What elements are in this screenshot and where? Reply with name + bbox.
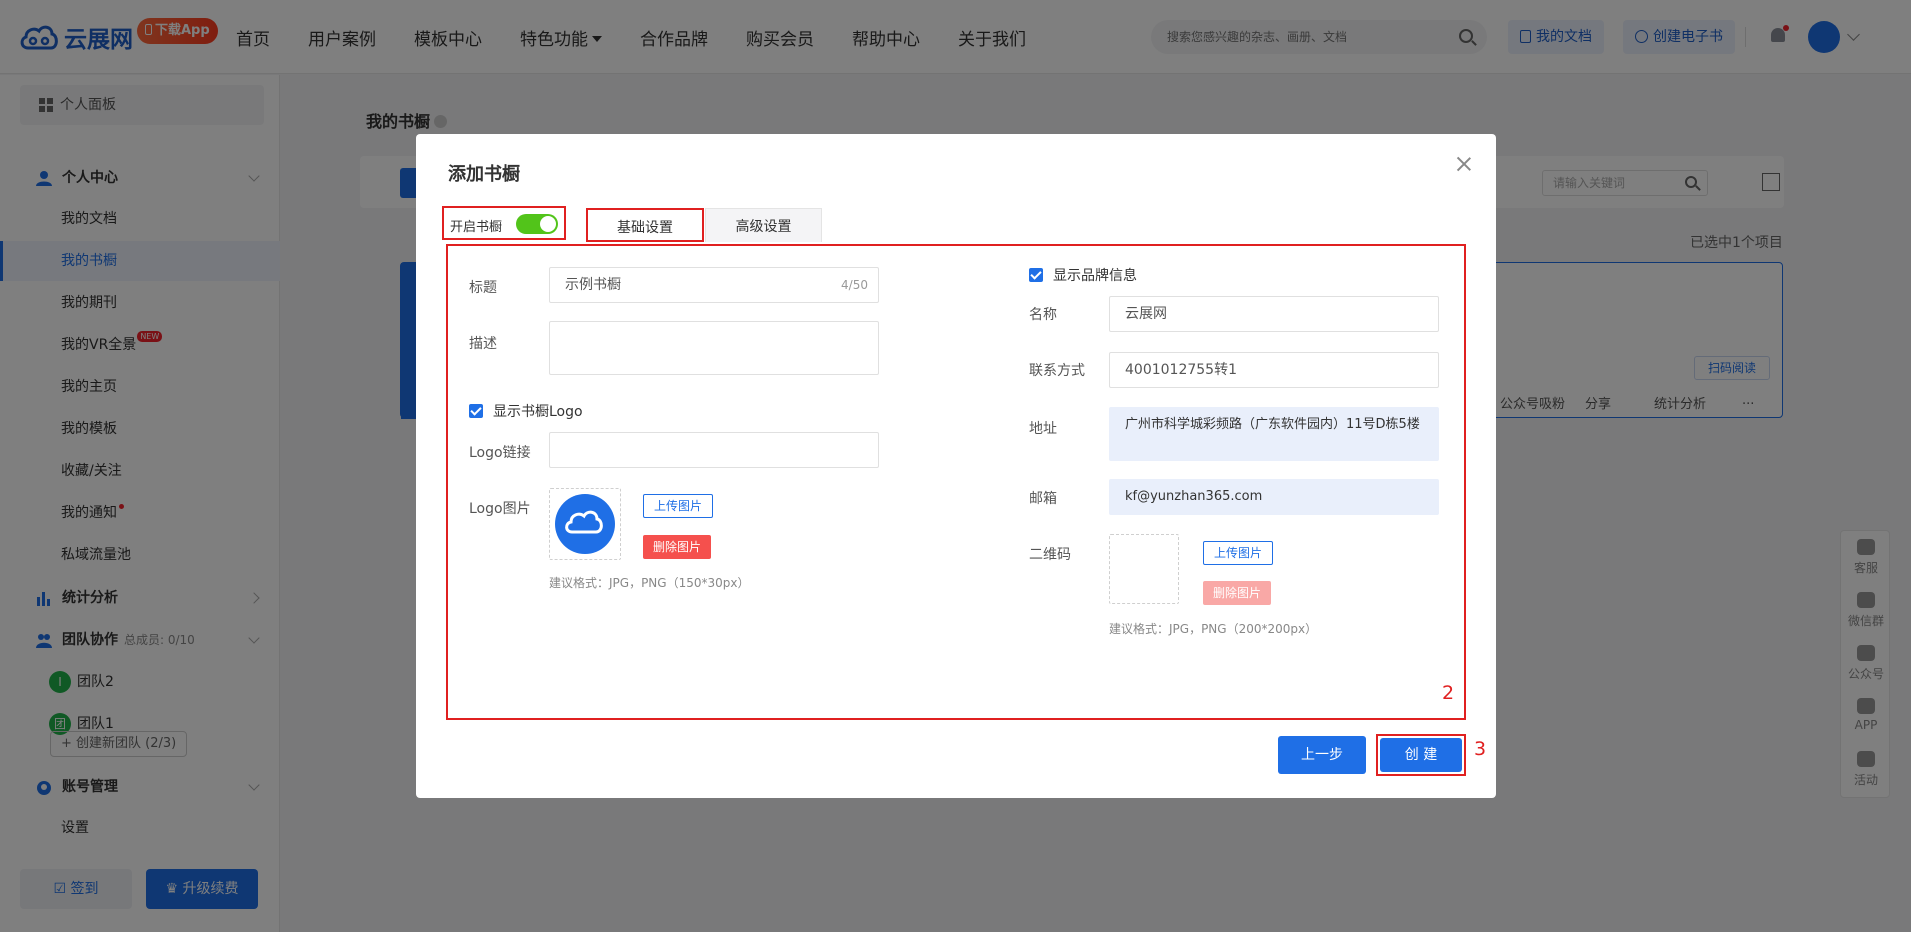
cloud-logo-glyph xyxy=(565,510,603,534)
close-icon[interactable] xyxy=(1456,156,1472,172)
add-bookcase-dialog: 添加书橱 开启书橱 1 基础设置 高级设置 2 标题 示例书橱4/50 描述 显… xyxy=(416,134,1496,798)
enable-bookcase-toggle[interactable] xyxy=(516,214,558,234)
annotation-2: 2 xyxy=(1442,682,1455,704)
description-label: 描述 xyxy=(469,336,497,352)
logo-image-slot[interactable] xyxy=(549,488,621,560)
upload-logo-button[interactable]: 上传图片 xyxy=(643,494,714,518)
show-brand-checkbox[interactable] xyxy=(1029,268,1043,282)
logo-link-label: Logo链接 xyxy=(469,445,531,461)
title-char-counter: 4/50 xyxy=(841,278,868,292)
email-value: kf@yunzhan365.com xyxy=(1125,489,1263,504)
contact-label: 联系方式 xyxy=(1029,363,1085,379)
show-brand-label: 显示品牌信息 xyxy=(1053,268,1137,284)
annotation-3: 3 xyxy=(1474,738,1487,760)
show-logo-checkbox[interactable] xyxy=(469,404,483,418)
qr-code-label: 二维码 xyxy=(1029,547,1071,563)
brand-name-label: 名称 xyxy=(1029,307,1057,323)
description-textarea[interactable] xyxy=(549,321,879,375)
logo-format-hint: 建议格式：JPG，PNG（150*30px） xyxy=(549,576,750,590)
delete-qr-button[interactable]: 删除图片 xyxy=(1203,581,1272,605)
logo-link-input[interactable] xyxy=(549,432,879,468)
address-input[interactable]: 广州市科学城彩频路（广东软件园内）11号D栋5楼 xyxy=(1109,407,1439,461)
email-label: 邮箱 xyxy=(1029,491,1057,507)
tab-basic-settings[interactable]: 基础设置 xyxy=(586,208,704,242)
upload-qr-button[interactable]: 上传图片 xyxy=(1203,541,1274,565)
previous-step-button[interactable]: 上一步 xyxy=(1278,736,1366,774)
qr-code-slot[interactable] xyxy=(1109,534,1179,604)
email-input[interactable]: kf@yunzhan365.com xyxy=(1109,479,1439,515)
show-logo-label: 显示书橱Logo xyxy=(493,404,583,420)
enable-bookcase-label: 开启书橱 xyxy=(450,220,503,235)
title-value: 示例书橱 xyxy=(565,277,621,293)
dialog-title: 添加书橱 xyxy=(448,164,520,185)
tab-advanced-settings[interactable]: 高级设置 xyxy=(705,208,822,242)
title-label: 标题 xyxy=(469,280,497,296)
contact-value: 4001012755转1 xyxy=(1125,362,1237,378)
brand-name-input[interactable]: 云展网 xyxy=(1109,296,1439,332)
logo-image-label: Logo图片 xyxy=(469,501,531,517)
delete-logo-button[interactable]: 删除图片 xyxy=(643,535,712,559)
address-label: 地址 xyxy=(1029,421,1057,437)
cloud-logo-icon xyxy=(555,494,615,554)
contact-input[interactable]: 4001012755转1 xyxy=(1109,352,1439,388)
address-value: 广州市科学城彩频路（广东软件园内）11号D栋5楼 xyxy=(1125,417,1420,432)
title-input[interactable]: 示例书橱 4/50 xyxy=(549,267,879,303)
brand-name-value: 云展网 xyxy=(1125,306,1167,322)
qr-format-hint: 建议格式：JPG，PNG（200*200px） xyxy=(1109,622,1318,636)
create-button[interactable]: 创 建 xyxy=(1380,738,1462,772)
